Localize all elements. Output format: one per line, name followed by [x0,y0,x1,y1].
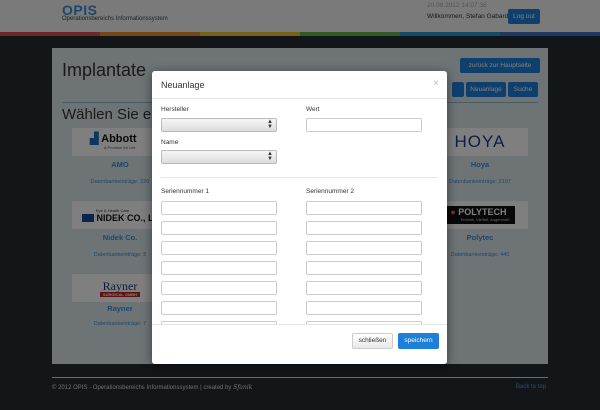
seriennummer2-input[interactable] [306,201,422,215]
wert-input[interactable] [306,118,422,132]
hersteller-label: Hersteller [161,106,189,113]
save-button[interactable]: speichern [398,333,439,349]
modal-divider [161,177,438,178]
seriennummer1-input[interactable] [161,261,277,275]
close-button[interactable]: schließen [352,333,393,349]
seriennummer2-input[interactable] [306,221,422,235]
seriennummer1-input[interactable] [161,281,277,295]
neuanlage-modal: Neuanlage × Hersteller ▲ ▼ Wert Name ▲ ▼ S… [152,71,447,364]
name-select[interactable]: ▲ ▼ [161,150,277,164]
hersteller-select[interactable]: ▲ ▼ [161,118,277,132]
seriennummer1-label: Seriennummer 1 [161,188,210,195]
seriennummer1-input[interactable] [161,301,277,315]
modal-footer: schließen speichern [152,324,447,364]
seriennummer2-input[interactable] [306,281,422,295]
name-label: Name [161,139,179,146]
modal-title: Neuanlage [161,80,205,90]
seriennummer2-label: Seriennummer 2 [306,188,355,195]
seriennummer1-input[interactable] [161,241,277,255]
seriennummer1-input[interactable] [161,221,277,235]
select-arrows-icon: ▲ ▼ [267,119,273,130]
wert-label: Wert [306,106,320,113]
seriennummer1-input[interactable] [161,201,277,215]
seriennummer2-input[interactable] [306,261,422,275]
modal-header: Neuanlage × [152,71,447,99]
seriennummer2-input[interactable] [306,301,422,315]
close-icon[interactable]: × [433,79,439,89]
seriennummer2-input[interactable] [306,241,422,255]
select-arrows-icon: ▲ ▼ [267,151,273,162]
